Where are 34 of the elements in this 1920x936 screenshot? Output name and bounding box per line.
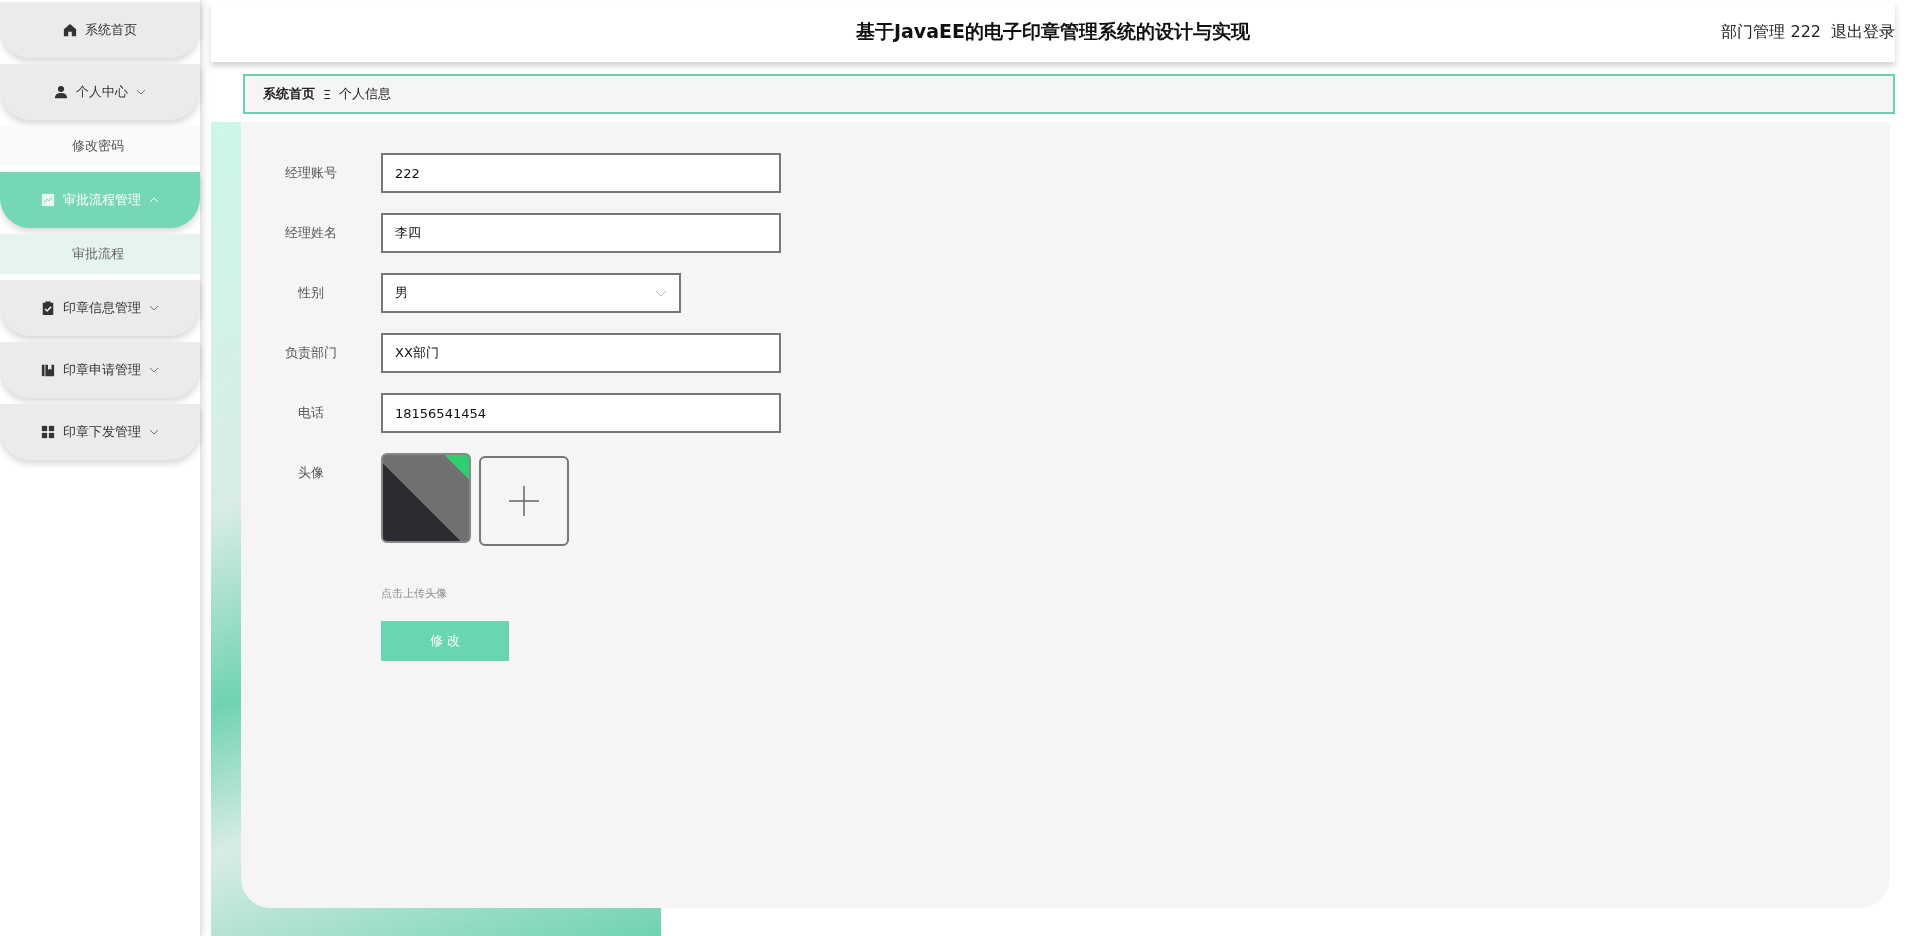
input-field[interactable]: 李四 (381, 213, 781, 253)
home-icon (63, 23, 77, 37)
input-field[interactable]: 18156541454 (381, 393, 781, 433)
system-title: 基于JavaEE的电子印章管理系统的设计与实现 (855, 19, 1251, 44)
field-label: 性别 (297, 284, 325, 302)
upload-hint: 点击上传头像 (381, 586, 448, 601)
logout-link[interactable]: 退出登录 (1831, 21, 1895, 43)
input-field[interactable]: XX部门 (381, 333, 781, 373)
upload-button[interactable] (479, 456, 569, 546)
chart-icon (41, 193, 55, 207)
chevron-icon (655, 289, 667, 297)
field-label: 经理账号 (284, 164, 338, 182)
book-icon (41, 363, 55, 377)
field-label: 经理姓名 (284, 224, 338, 242)
field-label: 电话 (297, 404, 325, 422)
sidebar-item[interactable]: 印章下发管理 (0, 404, 200, 460)
breadcrumb-link[interactable]: 系统首页 (263, 85, 315, 103)
submenu-item[interactable]: 修改密码 (0, 126, 200, 166)
breadcrumb-current: 个人信息 (339, 85, 392, 103)
clipboard-check-icon (41, 301, 55, 315)
sidebar-item[interactable]: 系统首页 (0, 2, 200, 58)
plus-icon (509, 486, 539, 516)
user-name: 部门管理 222 (1721, 21, 1821, 43)
person-icon (54, 85, 68, 99)
grid-icon (41, 425, 55, 439)
field-label: 负责部门 (284, 344, 338, 362)
select-field[interactable]: 男 (381, 273, 681, 313)
sidebar-item[interactable]: 印章信息管理 (0, 280, 200, 336)
sidebar-item[interactable]: 印章申请管理 (0, 342, 200, 398)
breadcrumb-separator: Ξ (323, 86, 332, 102)
field-label: 头像 (297, 464, 325, 482)
submenu-item[interactable]: 审批流程 (0, 234, 200, 274)
input-field[interactable]: 222 (381, 153, 781, 193)
sidebar-item[interactable]: 个人中心 (0, 64, 200, 120)
